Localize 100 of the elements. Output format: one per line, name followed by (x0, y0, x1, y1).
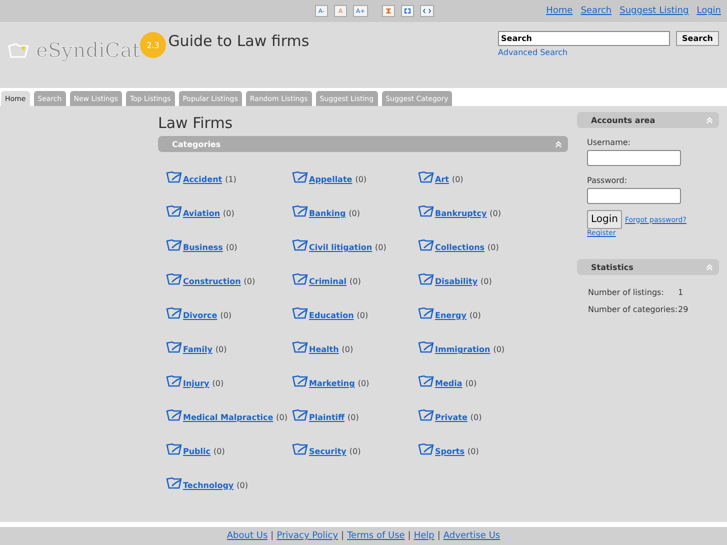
folder-icon (166, 374, 183, 388)
nav-link[interactable]: Login (696, 6, 721, 16)
folder-icon (418, 408, 435, 422)
category-link[interactable]: Energy (435, 311, 466, 320)
category-link[interactable]: Appellate (309, 175, 352, 184)
category-count: (0) (220, 311, 232, 320)
narrow-width-button[interactable] (382, 5, 396, 17)
category-link[interactable]: Family (183, 345, 212, 354)
category-count: (0) (349, 447, 361, 456)
stat-label: Number of categories: (588, 305, 678, 314)
category-link[interactable]: Health (309, 345, 339, 354)
category-link[interactable]: Accident (183, 175, 222, 184)
nav-link[interactable]: Search (580, 6, 612, 16)
category-link[interactable]: Disability (435, 277, 478, 286)
folder-icon (418, 306, 435, 320)
category-count: (0) (226, 243, 238, 252)
username-label: Username: (587, 138, 632, 147)
page-title: Law Firms (158, 114, 234, 132)
category-link[interactable]: Art (435, 175, 449, 184)
category-count: (0) (358, 379, 370, 388)
category-link[interactable]: Aviation (183, 209, 220, 218)
folder-icon (292, 238, 309, 252)
category-count: (1) (225, 175, 236, 184)
stat-value: 29 (678, 305, 690, 314)
folder-icon (418, 204, 435, 218)
wide-width-button[interactable] (420, 5, 434, 17)
category-link[interactable]: Media (435, 379, 462, 388)
password-field[interactable] (587, 188, 681, 204)
category-count: (0) (493, 345, 505, 354)
separator: | (408, 531, 411, 541)
category-link[interactable]: Construction (183, 277, 241, 286)
folder-icon (418, 170, 435, 184)
footer-link[interactable]: About Us (226, 531, 268, 541)
category-link[interactable]: Plaintiff (309, 413, 344, 422)
folder-icon (418, 442, 435, 456)
section-title: Categories (172, 140, 221, 148)
category-link[interactable]: Injury (183, 379, 210, 388)
section-title: Statistics (591, 262, 634, 272)
site-title: Guide to Law firms (168, 32, 310, 50)
folder-icon (292, 204, 309, 218)
nav-link[interactable]: Home (546, 6, 573, 16)
category-count: (0) (469, 311, 481, 320)
category-link[interactable]: Business (183, 243, 223, 252)
login-button[interactable]: Login (587, 210, 622, 229)
category-count: (0) (480, 277, 492, 286)
category-count: (0) (470, 413, 482, 422)
category-count: (0) (355, 175, 367, 184)
category-link[interactable]: Criminal (309, 277, 346, 286)
category-link[interactable]: Bankruptcy (435, 209, 487, 218)
footer-link[interactable]: Advertise Us (443, 531, 500, 541)
folder-icon (166, 170, 183, 184)
category-link[interactable]: Security (309, 447, 346, 456)
folder-icon (166, 204, 183, 218)
medium-width-button[interactable] (401, 5, 414, 17)
category-link[interactable]: Divorce (183, 311, 218, 320)
category-count: (0) (276, 413, 288, 422)
category-link[interactable]: Education (309, 311, 354, 320)
stat-label: Number of listings: (588, 288, 665, 297)
category-link[interactable]: Public (183, 447, 211, 456)
category-count: (0) (349, 277, 361, 286)
collapse-icon[interactable] (555, 140, 562, 148)
folder-icon (292, 306, 309, 320)
category-link[interactable]: Medical Malpractice (183, 413, 274, 422)
footer-link[interactable]: Help (414, 531, 434, 541)
category-link[interactable]: Marketing (309, 379, 355, 388)
folder-icon (166, 476, 183, 490)
folder-icon (166, 408, 183, 422)
category-link[interactable]: Banking (309, 209, 346, 218)
section-title: Accounts area (591, 116, 656, 124)
category-count: (0) (214, 447, 225, 456)
footer-link[interactable]: Terms of Use (347, 531, 405, 541)
folder-icon (292, 442, 309, 456)
nav-link[interactable]: Suggest Listing (620, 6, 689, 16)
folder-icon (418, 374, 435, 388)
category-link[interactable]: Private (435, 413, 468, 422)
advanced-search-link[interactable]: Advanced Search (498, 48, 719, 57)
folder-icon (166, 238, 183, 252)
category-count: (0) (375, 243, 386, 252)
folder-icon (418, 272, 435, 286)
folder-icon (166, 272, 183, 286)
separator: | (341, 531, 344, 541)
category-count: (0) (215, 345, 227, 354)
category-link[interactable]: Immigration (435, 345, 490, 354)
category-count: (0) (488, 243, 499, 252)
username-field[interactable] (587, 150, 681, 166)
search-field[interactable]: Search (498, 31, 670, 46)
folder-icon (166, 442, 183, 456)
separator: | (437, 531, 440, 541)
category-count: (0) (244, 277, 256, 286)
separator: | (270, 531, 274, 541)
search-button[interactable]: Search (676, 31, 719, 46)
version-badge: 2.3 (140, 32, 166, 58)
angle-brackets-icon (423, 8, 432, 14)
category-link[interactable]: Collections (435, 243, 485, 252)
category-count: (0) (452, 175, 464, 184)
category-link[interactable]: Civil litigation (309, 243, 372, 252)
logo-icon (8, 42, 30, 58)
category-link[interactable]: Technology (183, 481, 234, 490)
footer-link[interactable]: Privacy Policy (276, 531, 338, 541)
category-link[interactable]: Sports (435, 447, 465, 456)
